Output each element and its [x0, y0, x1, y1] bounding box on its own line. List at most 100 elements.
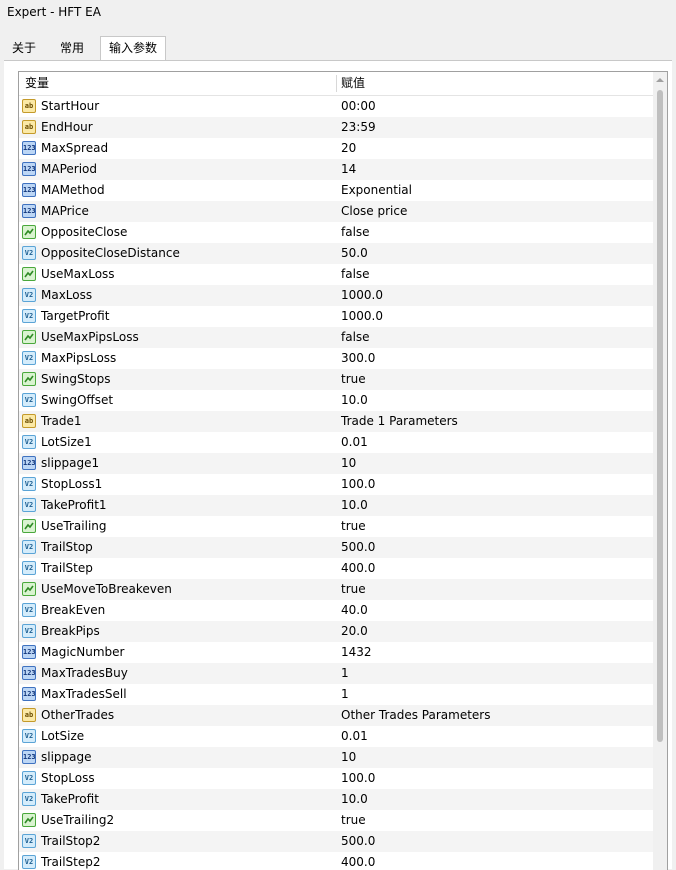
parameter-value[interactable]: 1	[341, 684, 349, 705]
parameter-value[interactable]: 10.0	[341, 390, 368, 411]
parameter-value[interactable]: 0.01	[341, 726, 368, 747]
boolean-type-icon	[22, 372, 36, 386]
table-row[interactable]: 123 MAMethod Exponential	[19, 180, 653, 201]
double-type-icon: V2	[22, 792, 36, 806]
parameter-value[interactable]: 1000.0	[341, 306, 383, 327]
parameter-value[interactable]: false	[341, 222, 370, 243]
table-row[interactable]: ab OtherTrades Other Trades Parameters	[19, 705, 653, 726]
table-row[interactable]: V2 TrailStep 400.0	[19, 558, 653, 579]
table-row[interactable]: V2 TakeProfit1 10.0	[19, 495, 653, 516]
parameter-value[interactable]: Other Trades Parameters	[341, 705, 491, 726]
table-row[interactable]: V2 TrailStop 500.0	[19, 537, 653, 558]
table-row[interactable]: 123 MaxSpread 20	[19, 138, 653, 159]
double-type-icon: V2	[22, 624, 36, 638]
parameter-value[interactable]: 500.0	[341, 537, 375, 558]
parameter-value[interactable]: 400.0	[341, 852, 375, 870]
table-row[interactable]: V2 StopLoss 100.0	[19, 768, 653, 789]
parameter-value[interactable]: 1000.0	[341, 285, 383, 306]
column-divider[interactable]	[336, 75, 337, 92]
table-row[interactable]: V2 BreakEven 40.0	[19, 600, 653, 621]
tab-inputs[interactable]: 输入参数	[100, 36, 166, 61]
table-row[interactable]: V2 LotSize 0.01	[19, 726, 653, 747]
table-row[interactable]: V2 TrailStep2 400.0	[19, 852, 653, 870]
table-row[interactable]: 123 MagicNumber 1432	[19, 642, 653, 663]
table-row[interactable]: V2 MaxPipsLoss 300.0	[19, 348, 653, 369]
parameter-value[interactable]: 100.0	[341, 768, 375, 789]
parameter-value[interactable]: true	[341, 810, 366, 831]
parameter-value[interactable]: Trade 1 Parameters	[341, 411, 458, 432]
parameter-value[interactable]: 0.01	[341, 432, 368, 453]
parameter-value[interactable]: 500.0	[341, 831, 375, 852]
parameter-value[interactable]: Close price	[341, 201, 407, 222]
table-row[interactable]: UseTrailing true	[19, 516, 653, 537]
table-row[interactable]: 123 MAPrice Close price	[19, 201, 653, 222]
tab-common[interactable]: 常用	[50, 38, 94, 59]
parameter-name: UseMaxPipsLoss	[41, 330, 139, 344]
parameter-name: MaxTradesSell	[41, 687, 127, 701]
scroll-up-arrow-icon[interactable]	[653, 72, 667, 88]
parameter-value[interactable]: true	[341, 516, 366, 537]
parameter-value[interactable]: Exponential	[341, 180, 412, 201]
double-type-icon: V2	[22, 351, 36, 365]
table-row[interactable]: 123 slippage 10	[19, 747, 653, 768]
table-row[interactable]: V2 LotSize1 0.01	[19, 432, 653, 453]
table-row[interactable]: 123 MaxTradesSell 1	[19, 684, 653, 705]
parameter-value[interactable]: 40.0	[341, 600, 368, 621]
column-header-variable[interactable]: 变量	[25, 72, 49, 95]
table-row[interactable]: OppositeClose false	[19, 222, 653, 243]
table-row[interactable]: ab Trade1 Trade 1 Parameters	[19, 411, 653, 432]
double-type-icon: V2	[22, 246, 36, 260]
table-row[interactable]: V2 BreakPips 20.0	[19, 621, 653, 642]
table-row[interactable]: V2 OppositeCloseDistance 50.0	[19, 243, 653, 264]
column-header-value[interactable]: 赋值	[341, 72, 365, 95]
integer-type-icon: 123	[22, 666, 36, 680]
table-row[interactable]: UseTrailing2 true	[19, 810, 653, 831]
boolean-type-icon	[22, 582, 36, 596]
parameter-name: OppositeCloseDistance	[41, 246, 180, 260]
parameter-value[interactable]: 23:59	[341, 117, 376, 138]
table-row[interactable]: SwingStops true	[19, 369, 653, 390]
double-type-icon: V2	[22, 729, 36, 743]
parameter-value[interactable]: 1	[341, 663, 349, 684]
double-type-icon: V2	[22, 435, 36, 449]
table-row[interactable]: V2 TrailStop2 500.0	[19, 831, 653, 852]
parameter-value[interactable]: 14	[341, 159, 356, 180]
parameter-value[interactable]: 10	[341, 747, 356, 768]
parameter-value[interactable]: true	[341, 369, 366, 390]
table-row[interactable]: UseMaxPipsLoss false	[19, 327, 653, 348]
parameter-value[interactable]: 00:00	[341, 96, 376, 117]
parameter-value[interactable]: 1432	[341, 642, 372, 663]
table-row[interactable]: V2 SwingOffset 10.0	[19, 390, 653, 411]
parameter-value[interactable]: 300.0	[341, 348, 375, 369]
table-row[interactable]: 123 MAPeriod 14	[19, 159, 653, 180]
parameter-value[interactable]: false	[341, 264, 370, 285]
parameter-value[interactable]: true	[341, 579, 366, 600]
parameter-value[interactable]: 100.0	[341, 474, 375, 495]
table-row[interactable]: UseMoveToBreakeven true	[19, 579, 653, 600]
table-row[interactable]: 123 slippage1 10	[19, 453, 653, 474]
parameter-value[interactable]: 10	[341, 453, 356, 474]
parameter-value[interactable]: 10.0	[341, 789, 368, 810]
table-row[interactable]: ab StartHour 00:00	[19, 96, 653, 117]
table-row[interactable]: UseMaxLoss false	[19, 264, 653, 285]
table-row[interactable]: V2 TakeProfit 10.0	[19, 789, 653, 810]
parameter-value[interactable]: 20	[341, 138, 356, 159]
parameter-value[interactable]: 50.0	[341, 243, 368, 264]
parameter-value[interactable]: 20.0	[341, 621, 368, 642]
table-row[interactable]: V2 TargetProfit 1000.0	[19, 306, 653, 327]
parameter-name: TrailStep2	[41, 855, 101, 869]
string-type-icon: ab	[22, 414, 36, 428]
parameter-name: MAMethod	[41, 183, 105, 197]
table-row[interactable]: ab EndHour 23:59	[19, 117, 653, 138]
parameter-value[interactable]: 10.0	[341, 495, 368, 516]
table-row[interactable]: V2 StopLoss1 100.0	[19, 474, 653, 495]
parameter-name: UseMoveToBreakeven	[41, 582, 172, 596]
table-row[interactable]: 123 MaxTradesBuy 1	[19, 663, 653, 684]
parameter-value[interactable]: 400.0	[341, 558, 375, 579]
parameter-name: SwingOffset	[41, 393, 114, 407]
parameter-value[interactable]: false	[341, 327, 370, 348]
tab-about[interactable]: 关于	[4, 38, 44, 59]
scroll-thumb[interactable]	[657, 90, 663, 742]
table-row[interactable]: V2 MaxLoss 1000.0	[19, 285, 653, 306]
vertical-scrollbar[interactable]	[653, 72, 667, 870]
